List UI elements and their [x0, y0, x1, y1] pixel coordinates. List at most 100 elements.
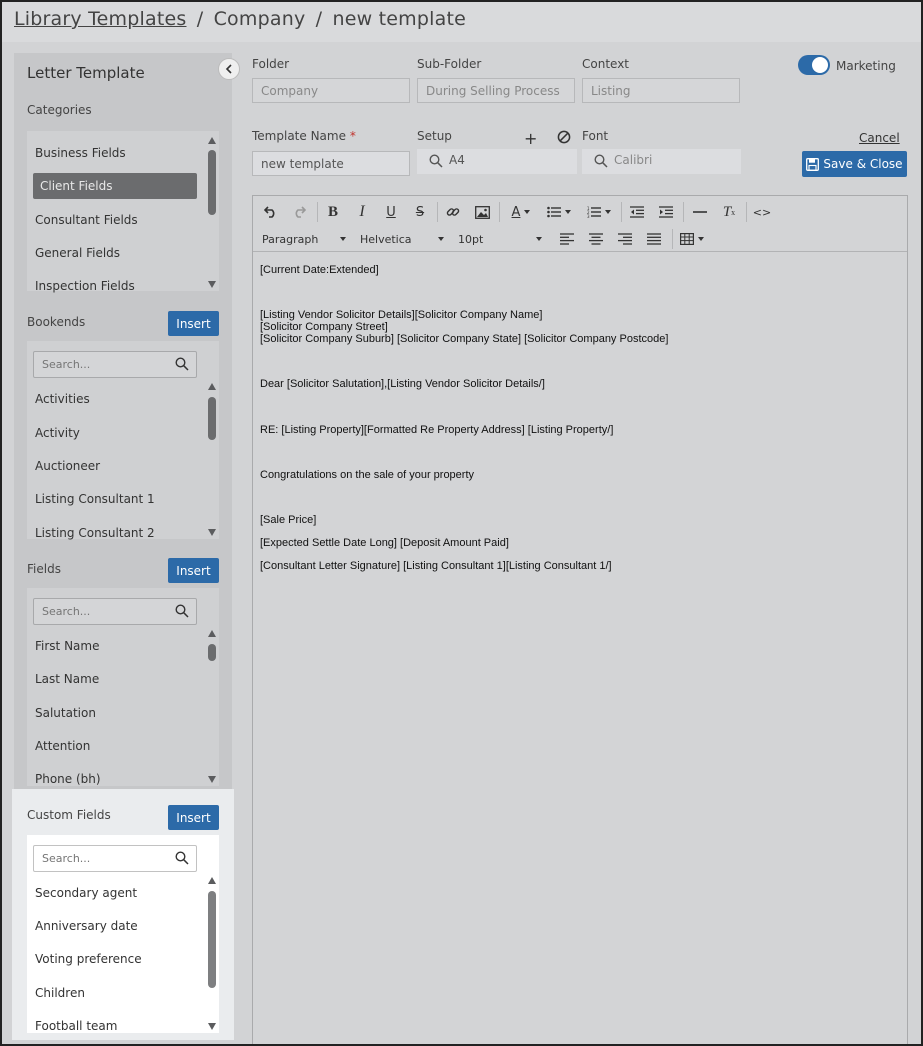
search-icon[interactable]: [175, 851, 189, 865]
outdent-icon[interactable]: [627, 202, 647, 222]
category-item-consultant-fields[interactable]: Consultant Fields: [35, 213, 138, 227]
font-select[interactable]: Calibri: [582, 149, 741, 174]
folder-field[interactable]: Company: [252, 78, 410, 103]
template-name-label: Template Name *: [252, 129, 356, 143]
category-item-inspection-fields[interactable]: Inspection Fields: [35, 279, 135, 293]
custom-fields-search-input[interactable]: [34, 846, 172, 871]
list-item[interactable]: Auctioneer: [35, 459, 100, 473]
list-item[interactable]: Secondary agent: [35, 886, 137, 900]
redo-icon[interactable]: [289, 202, 309, 222]
list-item[interactable]: Phone (bh): [35, 772, 101, 786]
font-size-select[interactable]: 10pt: [458, 229, 542, 249]
align-center-icon[interactable]: [586, 229, 606, 249]
strikethrough-icon[interactable]: S: [410, 202, 430, 222]
context-field[interactable]: Listing: [582, 78, 740, 103]
bookends-search: [33, 351, 197, 378]
bookends-search-input[interactable]: [34, 352, 172, 377]
category-item-business-fields[interactable]: Business Fields: [35, 146, 126, 160]
bookends-insert-button[interactable]: Insert: [168, 311, 219, 336]
undo-icon[interactable]: [261, 202, 281, 222]
font-family-select[interactable]: Helvetica: [360, 229, 444, 249]
table-icon[interactable]: [678, 229, 706, 249]
bullet-list-icon[interactable]: [543, 202, 575, 222]
list-item[interactable]: Voting preference: [35, 952, 142, 966]
save-and-close-button[interactable]: Save & Close: [802, 151, 907, 177]
list-item[interactable]: Activities: [35, 392, 90, 406]
align-left-icon[interactable]: [557, 229, 577, 249]
setup-label: Setup: [417, 129, 452, 143]
search-icon[interactable]: [175, 604, 189, 618]
breadcrumb-library-templates-link[interactable]: Library Templates: [14, 8, 186, 30]
search-icon: [429, 154, 443, 168]
bold-icon[interactable]: B: [323, 202, 343, 222]
breadcrumb-current: new template: [332, 8, 466, 30]
image-icon[interactable]: [472, 202, 492, 222]
categories-list: Business Fields Client Fields Consultant…: [27, 131, 219, 293]
italic-icon[interactable]: I: [352, 202, 372, 222]
font-value: Calibri: [614, 153, 653, 167]
bookends-label: Bookends: [27, 315, 86, 329]
source-code-icon[interactable]: <>: [752, 202, 772, 222]
scroll-down-arrow-icon[interactable]: [208, 1023, 216, 1030]
list-item[interactable]: Activity: [35, 426, 80, 440]
scroll-up-arrow-icon[interactable]: [208, 630, 216, 637]
required-asterisk: *: [349, 129, 356, 143]
scroll-down-arrow-icon[interactable]: [208, 529, 216, 536]
scrollbar-thumb[interactable]: [208, 150, 216, 215]
letter-line: [Consultant Letter Signature] [Listing C…: [260, 560, 612, 572]
breadcrumb: Library Templates / Company / new templa…: [14, 8, 466, 30]
no-entry-icon[interactable]: [557, 130, 571, 144]
list-item[interactable]: Children: [35, 986, 85, 1000]
scroll-down-arrow-icon[interactable]: [208, 776, 216, 783]
subfolder-field[interactable]: During Selling Process: [417, 78, 575, 103]
search-icon[interactable]: [175, 357, 189, 371]
svg-text:3: 3: [587, 214, 590, 218]
add-setup-icon[interactable]: +: [524, 129, 537, 148]
list-item[interactable]: Attention: [35, 739, 90, 753]
link-icon[interactable]: [443, 202, 463, 222]
letter-line: [Sale Price]: [260, 514, 317, 526]
category-item-general-fields[interactable]: General Fields: [35, 246, 120, 260]
list-item[interactable]: First Name: [35, 639, 99, 653]
list-item[interactable]: Last Name: [35, 672, 99, 686]
categories-scrollbar[interactable]: [207, 137, 217, 288]
paragraph-format-select[interactable]: Paragraph: [262, 229, 346, 249]
paragraph-format-value: Paragraph: [262, 232, 319, 246]
category-item-client-fields[interactable]: Client Fields: [33, 173, 197, 199]
list-item[interactable]: Football team: [35, 1019, 117, 1033]
scroll-down-arrow-icon[interactable]: [208, 281, 216, 288]
scrollbar-thumb[interactable]: [208, 397, 216, 440]
chevron-down-icon: [536, 237, 542, 241]
setup-select[interactable]: A4: [417, 149, 577, 174]
rich-text-editor: B I U S A 123 Tx <> Paragraph Helvetica …: [252, 195, 908, 1044]
text-color-icon[interactable]: A: [505, 202, 537, 222]
bookends-scrollbar[interactable]: [207, 383, 217, 536]
fields-insert-button[interactable]: Insert: [168, 558, 219, 583]
align-right-icon[interactable]: [615, 229, 635, 249]
scroll-up-arrow-icon[interactable]: [208, 877, 216, 884]
marketing-toggle[interactable]: [798, 55, 830, 75]
scrollbar-thumb[interactable]: [208, 644, 216, 661]
align-justify-icon[interactable]: [644, 229, 664, 249]
app-frame: Library Templates / Company / new templa…: [0, 0, 923, 1046]
horizontal-rule-icon[interactable]: [690, 202, 710, 222]
indent-icon[interactable]: [656, 202, 676, 222]
list-item[interactable]: Salutation: [35, 706, 96, 720]
numbered-list-icon[interactable]: 123: [583, 202, 615, 222]
scroll-up-arrow-icon[interactable]: [208, 383, 216, 390]
collapse-panel-button[interactable]: [218, 58, 240, 80]
custom-fields-scrollbar[interactable]: [207, 877, 217, 1030]
underline-icon[interactable]: U: [381, 202, 401, 222]
list-item[interactable]: Listing Consultant 1: [35, 492, 155, 506]
template-name-input[interactable]: new template: [252, 151, 410, 176]
custom-fields-search: [33, 845, 197, 872]
fields-search-input[interactable]: [34, 599, 172, 624]
list-item[interactable]: Anniversary date: [35, 919, 138, 933]
list-item[interactable]: Listing Consultant 2: [35, 526, 155, 540]
clear-formatting-icon[interactable]: Tx: [719, 202, 739, 222]
custom-fields-insert-button[interactable]: Insert: [168, 805, 219, 830]
scrollbar-thumb[interactable]: [208, 891, 216, 988]
cancel-link[interactable]: Cancel: [859, 131, 900, 145]
scroll-up-arrow-icon[interactable]: [208, 137, 216, 144]
fields-scrollbar[interactable]: [207, 630, 217, 783]
